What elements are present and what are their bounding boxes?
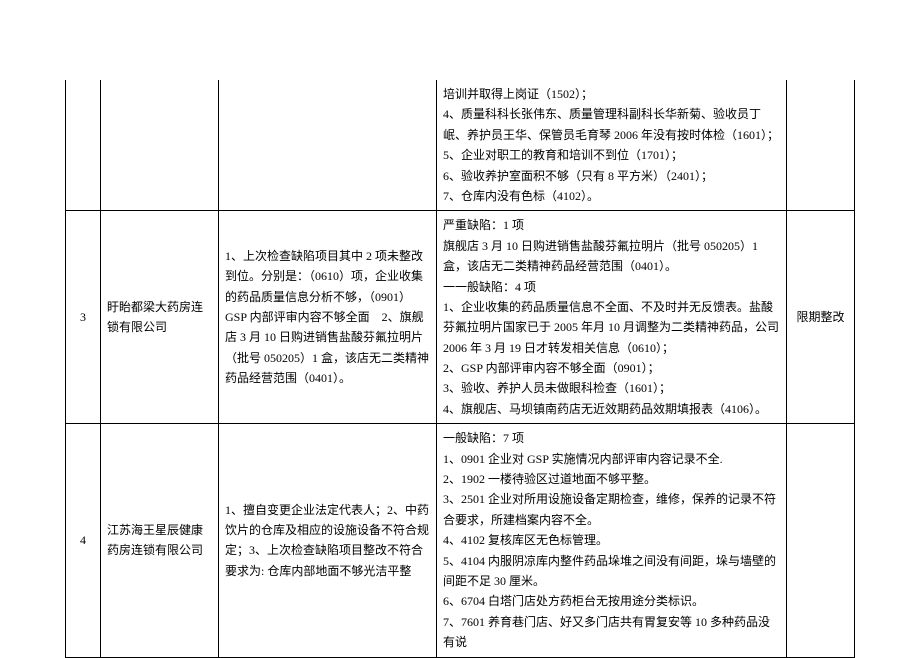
action-cell: [787, 424, 855, 657]
company-name: [101, 80, 219, 211]
inspection-table: 培训并取得上岗证（1502）；4、质量科科长张伟东、质量管理科副科长华新菊、验收…: [65, 80, 855, 658]
action-cell: [787, 80, 855, 211]
table-row: 4江苏海王星辰健康药房连锁有限公司1、擅自变更企业法定代表人；2、中药饮片的仓库…: [66, 424, 855, 657]
company-name: 江苏海王星辰健康药房连锁有限公司: [101, 424, 219, 657]
table-row: 3盱眙都梁大药房连锁有限公司1、上次检查缺陷项目其中 2 项未整改到位。分别是：…: [66, 211, 855, 424]
document-page: 培训并取得上岗证（1502）；4、质量科科长张伟东、质量管理科副科长华新菊、验收…: [0, 0, 920, 651]
summary-cell: [219, 80, 437, 211]
detail-cell: 培训并取得上岗证（1502）；4、质量科科长张伟东、质量管理科副科长华新菊、验收…: [437, 80, 787, 211]
detail-cell: 一般缺陷：7 项1、0901 企业对 GSP 实施情况内部评审内容记录不全.2、…: [437, 424, 787, 657]
action-cell: 限期整改: [787, 211, 855, 424]
row-number: 4: [66, 424, 101, 657]
detail-cell: 严重缺陷：1 项旗舰店 3 月 10 日购进销售盐酸芬氟拉明片（批号 05020…: [437, 211, 787, 424]
summary-cell: 1、擅自变更企业法定代表人；2、中药饮片的仓库及相应的设施设备不符合规定；3、上…: [219, 424, 437, 657]
row-number: 3: [66, 211, 101, 424]
row-number: [66, 80, 101, 211]
summary-cell: 1、上次检查缺陷项目其中 2 项未整改到位。分别是：（0610）项，企业收集的药…: [219, 211, 437, 424]
company-name: 盱眙都梁大药房连锁有限公司: [101, 211, 219, 424]
table-row: 培训并取得上岗证（1502）；4、质量科科长张伟东、质量管理科副科长华新菊、验收…: [66, 80, 855, 211]
